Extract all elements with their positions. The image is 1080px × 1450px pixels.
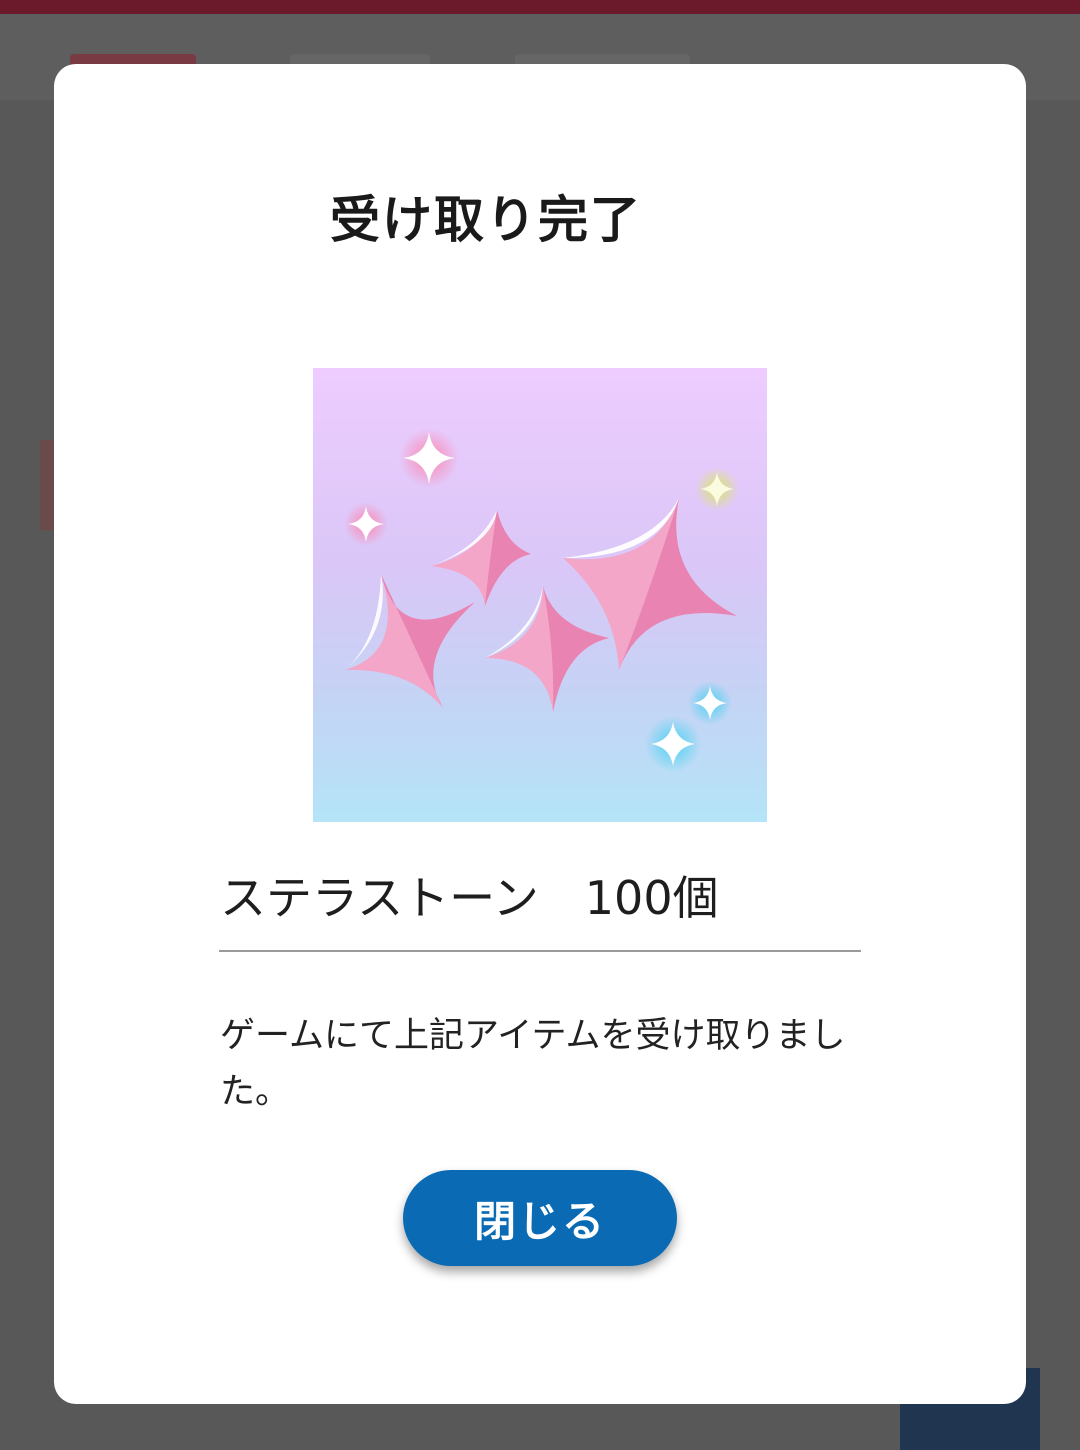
divider: [219, 950, 861, 952]
item-name: ステラストーン 100個: [220, 871, 719, 925]
background-content-edge: [40, 440, 54, 530]
background-header-bar: [0, 0, 1080, 14]
receipt-message: ゲームにて上記アイテムを受け取りました。: [220, 1016, 846, 1112]
item-image: [313, 368, 767, 822]
close-button[interactable]: 閉じる: [403, 1170, 677, 1266]
dialog-title: 受け取り完了: [330, 191, 642, 249]
sparkles-icon: [344, 428, 739, 772]
